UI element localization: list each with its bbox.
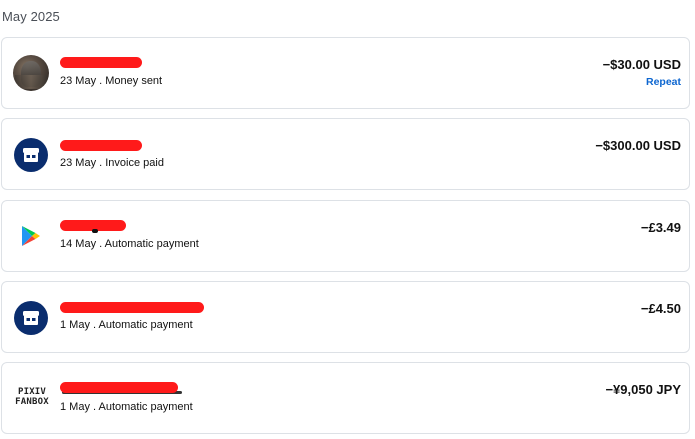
merchant-icon: [13, 300, 49, 336]
transaction-row[interactable]: 14 May . Automatic payment −£3.49: [1, 200, 690, 272]
transaction-amount: −¥9,050 JPY: [605, 382, 681, 397]
redacted-name: [60, 382, 178, 393]
transaction-row[interactable]: 23 May . Invoice paid −$300.00 USD: [1, 118, 690, 190]
transaction-amount: −£3.49: [640, 220, 681, 235]
transaction-row[interactable]: PIXIV FANBOX 1 May . Automatic payment −…: [1, 362, 690, 434]
transaction-subtitle: 1 May . Automatic payment: [60, 319, 193, 331]
google-play-icon: [18, 223, 44, 249]
pixiv-fanbox-logo-icon: PIXIV FANBOX: [15, 387, 49, 407]
transaction-row[interactable]: 23 May . Money sent −$30.00 USD Repeat: [1, 37, 690, 109]
transaction-subtitle: 1 May . Automatic payment: [60, 401, 193, 413]
transaction-subtitle: 23 May . Money sent: [60, 75, 163, 87]
transaction-subtitle: 14 May . Automatic payment: [60, 238, 199, 250]
transaction-subtitle: 23 May . Invoice paid: [60, 157, 164, 169]
repeat-link[interactable]: Repeat: [646, 76, 681, 88]
storefront-icon: [14, 138, 48, 172]
redaction-remnant: [92, 229, 98, 233]
redacted-name: [60, 140, 142, 151]
month-heading: May 2025: [2, 9, 60, 24]
transaction-amount: −$300.00 USD: [595, 138, 681, 153]
merchant-icon: [13, 137, 49, 173]
redacted-name: [60, 302, 204, 313]
transaction-amount: −$30.00 USD: [602, 57, 681, 72]
transaction-amount: −£4.50: [640, 301, 681, 316]
storefront-icon: [14, 301, 48, 335]
avatar: [13, 55, 49, 91]
redacted-name: [60, 57, 142, 68]
transaction-row[interactable]: 1 May . Automatic payment −£4.50: [1, 281, 690, 353]
user-avatar-icon: [13, 55, 49, 91]
